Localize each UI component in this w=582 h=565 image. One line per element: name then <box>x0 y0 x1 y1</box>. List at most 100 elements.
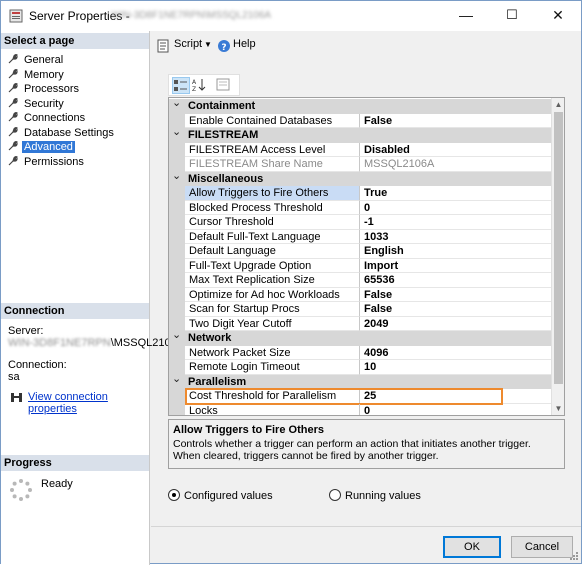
script-button[interactable]: Script <box>174 38 202 50</box>
property-pages-button[interactable] <box>215 77 233 94</box>
property-value[interactable]: Import <box>360 259 552 273</box>
scroll-down-icon[interactable]: ▼ <box>552 402 564 415</box>
property-row[interactable]: Blocked Process Threshold 0 <box>169 200 552 215</box>
grid-toolbar: A Z <box>168 74 240 96</box>
property-row[interactable]: Two Digit Year Cutoff 2049 <box>169 316 552 331</box>
property-row[interactable]: Network Packet Size 4096 <box>169 345 552 360</box>
script-dropdown-chevron-icon[interactable]: ▼ <box>204 40 212 49</box>
collapse-chevron-icon[interactable]: ⌄ <box>172 98 181 110</box>
property-row[interactable]: Locks 0 <box>169 403 552 416</box>
property-row[interactable]: Allow Triggers to Fire Others True <box>169 186 552 201</box>
property-row[interactable]: Full-Text Upgrade Option Import <box>169 258 552 273</box>
property-value[interactable]: 10 <box>360 360 552 375</box>
property-value[interactable]: English <box>360 244 552 259</box>
toolbar: Script ▼ ? Help <box>153 35 573 57</box>
maximize-button[interactable]: ☐ <box>489 1 535 31</box>
property-row[interactable]: Cursor Threshold -1 <box>169 215 552 230</box>
property-row[interactable]: Scan for Startup Procs False <box>169 302 552 317</box>
property-name: Allow Triggers to Fire Others <box>185 186 360 201</box>
scroll-thumb[interactable] <box>554 112 563 384</box>
resize-grip-icon[interactable] <box>569 551 579 561</box>
property-value[interactable]: -1 <box>360 215 552 230</box>
view-connection-properties-link[interactable]: View connection properties <box>28 391 149 415</box>
page-item-advanced[interactable]: Advanced <box>7 140 75 154</box>
help-button[interactable]: Help <box>233 38 256 50</box>
property-value[interactable]: 4096 <box>360 346 552 360</box>
server-icon <box>9 9 23 23</box>
page-item-label: Permissions <box>24 155 84 168</box>
property-row[interactable]: Enable Contained Databases False <box>169 113 552 128</box>
property-value[interactable]: False <box>360 114 552 128</box>
page-item-memory[interactable]: Memory <box>7 68 66 82</box>
property-name: FILESTREAM Share Name <box>185 157 360 172</box>
property-value[interactable]: 2049 <box>360 317 552 331</box>
categorized-button[interactable] <box>172 77 190 94</box>
alphabetical-button[interactable]: A Z <box>191 77 209 94</box>
property-row[interactable]: Default Full-Text Language 1033 <box>169 229 552 244</box>
script-icon <box>157 39 169 53</box>
page-item-permissions[interactable]: Permissions <box>7 155 86 169</box>
configured-values-label: Configured values <box>184 490 273 502</box>
property-row[interactable]: FILESTREAM Access Level Disabled <box>169 142 552 157</box>
svg-text:Z: Z <box>192 86 196 92</box>
property-value[interactable]: MSSQL2106A <box>360 157 552 172</box>
property-value[interactable]: 1033 <box>360 230 552 244</box>
category-filestream[interactable]: ⌄ FILESTREAM <box>169 125 552 143</box>
property-name: Blocked Process Threshold <box>185 200 360 215</box>
minimize-button[interactable]: — <box>443 1 489 31</box>
property-value[interactable]: True <box>360 186 552 201</box>
progress-spinner-icon <box>10 479 32 501</box>
running-values-label: Running values <box>345 490 421 502</box>
title-bar: Server Properties - WIN-3D8F1NE7RPN\MSSQ… <box>1 1 581 31</box>
close-button[interactable]: ✕ <box>535 1 581 31</box>
property-grid-scrollbar[interactable]: ▲ ▼ <box>551 98 564 415</box>
configured-values-radio[interactable] <box>168 489 180 501</box>
category-miscellaneous[interactable]: ⌄ Miscellaneous <box>169 169 552 186</box>
page-item-general[interactable]: General <box>7 53 65 67</box>
page-item-connections[interactable]: Connections <box>7 111 87 125</box>
property-name: Two Digit Year Cutoff <box>185 316 360 331</box>
running-values-radio[interactable] <box>329 489 341 501</box>
wrench-icon <box>8 97 18 107</box>
property-value[interactable]: Disabled <box>360 143 552 157</box>
property-value[interactable]: 65536 <box>360 273 552 288</box>
property-row[interactable]: Remote Login Timeout 10 <box>169 360 552 375</box>
cancel-button[interactable]: Cancel <box>511 536 573 558</box>
running-values-option[interactable]: Running values <box>329 489 421 502</box>
property-row[interactable]: FILESTREAM Share Name MSSQL2106A <box>169 157 552 172</box>
row-margin <box>169 215 185 230</box>
collapse-chevron-icon[interactable]: ⌄ <box>172 125 181 139</box>
category-containment[interactable]: ⌄ Containment <box>169 98 552 114</box>
property-name: Locks <box>185 403 360 415</box>
server-value: WIN-3D8F1NE7RPN\MSSQL2106 <box>8 337 177 349</box>
page-item-processors[interactable]: Processors <box>7 82 81 96</box>
row-margin <box>169 302 185 317</box>
property-value[interactable]: False <box>360 302 552 317</box>
description-text: Controls whether a trigger can perform a… <box>173 438 531 462</box>
property-name: Network Packet Size <box>185 345 360 360</box>
row-margin <box>169 258 185 273</box>
collapse-chevron-icon[interactable]: ⌄ <box>172 328 181 342</box>
scroll-up-icon[interactable]: ▲ <box>552 98 564 111</box>
property-value[interactable]: False <box>360 288 552 302</box>
wrench-icon <box>8 155 18 165</box>
page-item-database-settings[interactable]: Database Settings <box>7 126 116 140</box>
svg-text:?: ? <box>221 43 226 53</box>
property-row[interactable]: Max Text Replication Size 65536 <box>169 273 552 288</box>
row-margin <box>169 142 185 157</box>
property-row[interactable]: Optimize for Ad hoc Workloads False <box>169 287 552 302</box>
page-item-security[interactable]: Security <box>7 97 66 111</box>
server-value-suffix: \MSSQL2106 <box>110 337 177 349</box>
property-value[interactable]: 0 <box>360 404 552 416</box>
property-name: Optimize for Ad hoc Workloads <box>185 287 360 302</box>
property-row[interactable]: Default Language English <box>169 244 552 259</box>
page-item-label: Advanced <box>22 141 75 153</box>
collapse-chevron-icon[interactable]: ⌄ <box>172 372 181 386</box>
configured-values-option[interactable]: Configured values <box>168 489 273 502</box>
collapse-chevron-icon[interactable]: ⌄ <box>172 169 181 183</box>
property-value[interactable]: 0 <box>360 201 552 215</box>
ok-button[interactable]: OK <box>443 536 501 558</box>
row-margin <box>169 244 185 259</box>
category-network[interactable]: ⌄ Network <box>169 328 552 346</box>
select-page-header: Select a page <box>1 33 149 49</box>
